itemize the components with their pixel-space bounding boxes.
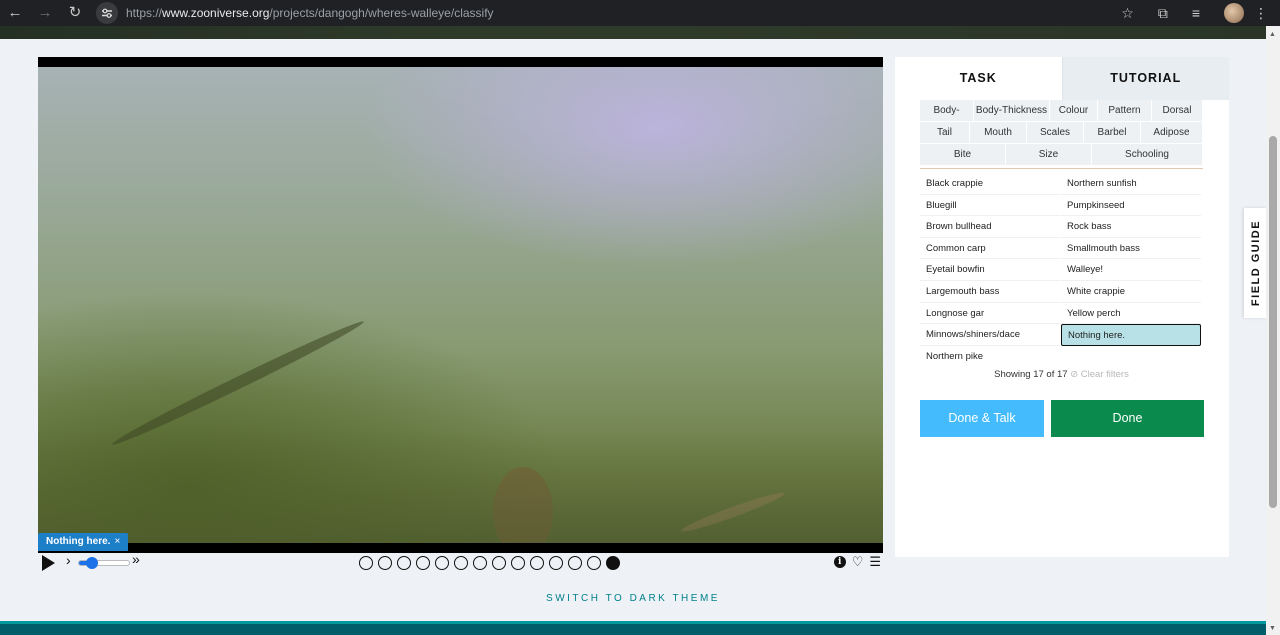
frame-dot-7[interactable] [473, 556, 487, 570]
frame-annotation-label[interactable]: Nothing here. × [38, 533, 129, 551]
playback-speed-slider[interactable] [78, 557, 130, 569]
filter-scales[interactable]: Scales [1027, 122, 1084, 144]
choice-minnows-shiners-dace[interactable]: Minnows/shiners/dace [920, 324, 1060, 346]
collections-list-icon[interactable]: ☰ [869, 554, 881, 570]
filter-adipose[interactable]: Adipose [1141, 122, 1203, 144]
choice-black-crappie[interactable]: Black crappie [920, 173, 1060, 195]
faster-chevron-icon[interactable]: » [132, 551, 140, 567]
filter-pattern[interactable]: Pattern [1098, 100, 1152, 122]
field-guide-tab[interactable]: FIELD GUIDE [1244, 208, 1268, 318]
profile-avatar[interactable] [1224, 3, 1244, 23]
filter-schooling[interactable]: Schooling [1092, 144, 1203, 166]
task-panel: TASK TUTORIAL Body-Shape Body-Thickness … [895, 57, 1229, 557]
task-tabs: TASK TUTORIAL [895, 57, 1229, 100]
scroll-down-icon[interactable]: ▼ [1269, 625, 1276, 632]
media-control-icon[interactable]: ≡ [1192, 5, 1200, 21]
frame-dot-13[interactable] [587, 556, 601, 570]
browser-toolbar: ← → ↻ https://www.zooniverse.org/project… [0, 0, 1280, 26]
choice-walleye[interactable]: Walleye! [1061, 259, 1201, 281]
choice-eyetail-bowfin[interactable]: Eyetail bowfin [920, 259, 1060, 281]
subject-image[interactable] [38, 67, 883, 543]
choice-brown-bullhead[interactable]: Brown bullhead [920, 216, 1060, 238]
footer [0, 621, 1266, 635]
tab-task[interactable]: TASK [895, 57, 1062, 100]
frame-dot-1[interactable] [359, 556, 373, 570]
info-icon[interactable]: i [833, 556, 846, 568]
subject-viewer [38, 57, 883, 553]
choice-bluegill[interactable]: Bluegill [920, 195, 1060, 217]
reload-icon[interactable]: ↻ [60, 0, 90, 26]
frame-dot-14[interactable] [606, 556, 620, 570]
speed-slider-thumb[interactable] [86, 557, 98, 569]
showing-count-text: Showing 17 of 17 [994, 369, 1068, 380]
choice-common-carp[interactable]: Common carp [920, 238, 1060, 260]
choice-white-crappie[interactable]: White crappie [1061, 281, 1201, 303]
filter-dorsal[interactable]: Dorsal [1152, 100, 1203, 122]
choice-pumpkinseed[interactable]: Pumpkinseed [1061, 195, 1201, 217]
tab-tutorial[interactable]: TUTORIAL [1061, 57, 1229, 100]
frame-dot-5[interactable] [435, 556, 449, 570]
filter-body-thickness[interactable]: Body-Thickness [974, 100, 1050, 122]
frame-dot-2[interactable] [378, 556, 392, 570]
filter-body-shape[interactable]: Body-Shape [920, 100, 974, 138]
page-header-background [0, 26, 1266, 39]
url-path: /projects/dangogh/wheres-walleye/classif… [269, 6, 494, 20]
done-and-talk-button[interactable]: Done & Talk [920, 400, 1044, 437]
frame-dot-11[interactable] [549, 556, 563, 570]
forward-arrow-icon[interactable]: → [30, 0, 60, 26]
showing-count: Showing 17 of 17 ⊘ Clear filters [920, 369, 1203, 380]
choice-nothing-here[interactable]: Nothing here. [1061, 324, 1201, 346]
bookmark-star-icon[interactable]: ☆ [1121, 5, 1134, 22]
filter-divider [920, 168, 1203, 169]
address-bar[interactable]: https://www.zooniverse.org/projects/dang… [126, 6, 494, 20]
play-icon[interactable] [42, 555, 55, 571]
choice-yellow-perch[interactable]: Yellow perch [1061, 303, 1201, 325]
filter-bite[interactable]: Bite [920, 144, 1006, 166]
favorite-heart-icon[interactable]: ♡ [852, 554, 864, 570]
clear-filters-button[interactable]: ⊘ Clear filters [1070, 369, 1129, 380]
choice-smallmouth-bass[interactable]: Smallmouth bass [1061, 238, 1201, 260]
switch-theme-button[interactable]: SWITCH TO DARK THEME [0, 593, 1266, 604]
filter-colour[interactable]: Colour [1050, 100, 1098, 122]
viewer-controls: › » i ♡ ☰ [38, 551, 883, 573]
frame-dot-8[interactable] [492, 556, 506, 570]
frame-label-text: Nothing here. [46, 536, 111, 547]
choice-rock-bass[interactable]: Rock bass [1061, 216, 1201, 238]
back-arrow-icon[interactable]: ← [0, 0, 30, 26]
browser-menu-icon[interactable]: ⋮ [1254, 0, 1268, 26]
extensions-icon[interactable]: ⧉ [1158, 5, 1168, 22]
close-icon[interactable]: × [114, 536, 120, 547]
field-guide-label: FIELD GUIDE [1250, 219, 1262, 307]
frame-selector [359, 556, 620, 570]
filter-barbel[interactable]: Barbel [1084, 122, 1141, 144]
scroll-up-icon[interactable]: ▲ [1269, 31, 1276, 38]
site-settings-icon[interactable] [96, 2, 118, 24]
frame-dot-10[interactable] [530, 556, 544, 570]
choice-northern-pike[interactable]: Northern pike [920, 346, 1060, 368]
choice-largemouth-bass[interactable]: Largemouth bass [920, 281, 1060, 303]
filter-tail[interactable]: Tail [920, 122, 970, 144]
filter-size[interactable]: Size [1006, 144, 1092, 166]
url-domain: www.zooniverse.org [162, 6, 270, 20]
choice-longnose-gar[interactable]: Longnose gar [920, 303, 1060, 325]
done-button[interactable]: Done [1051, 400, 1204, 437]
filter-mouth[interactable]: Mouth [970, 122, 1027, 144]
frame-dot-3[interactable] [397, 556, 411, 570]
slower-chevron-icon[interactable]: › [66, 552, 71, 568]
characteristic-filters: Body-Shape Body-Thickness Colour Pattern… [920, 100, 1203, 166]
url-prefix: https:// [126, 6, 163, 20]
species-choice-grid: Black crappie Northern sunfish Bluegill … [920, 173, 1203, 367]
frame-dot-12[interactable] [568, 556, 582, 570]
choice-northern-sunfish[interactable]: Northern sunfish [1061, 173, 1201, 195]
page-scrollbar[interactable]: ▲ ▼ [1266, 26, 1280, 635]
frame-dot-6[interactable] [454, 556, 468, 570]
frame-dot-9[interactable] [511, 556, 525, 570]
frame-dot-4[interactable] [416, 556, 430, 570]
scrollbar-thumb[interactable] [1269, 136, 1277, 508]
